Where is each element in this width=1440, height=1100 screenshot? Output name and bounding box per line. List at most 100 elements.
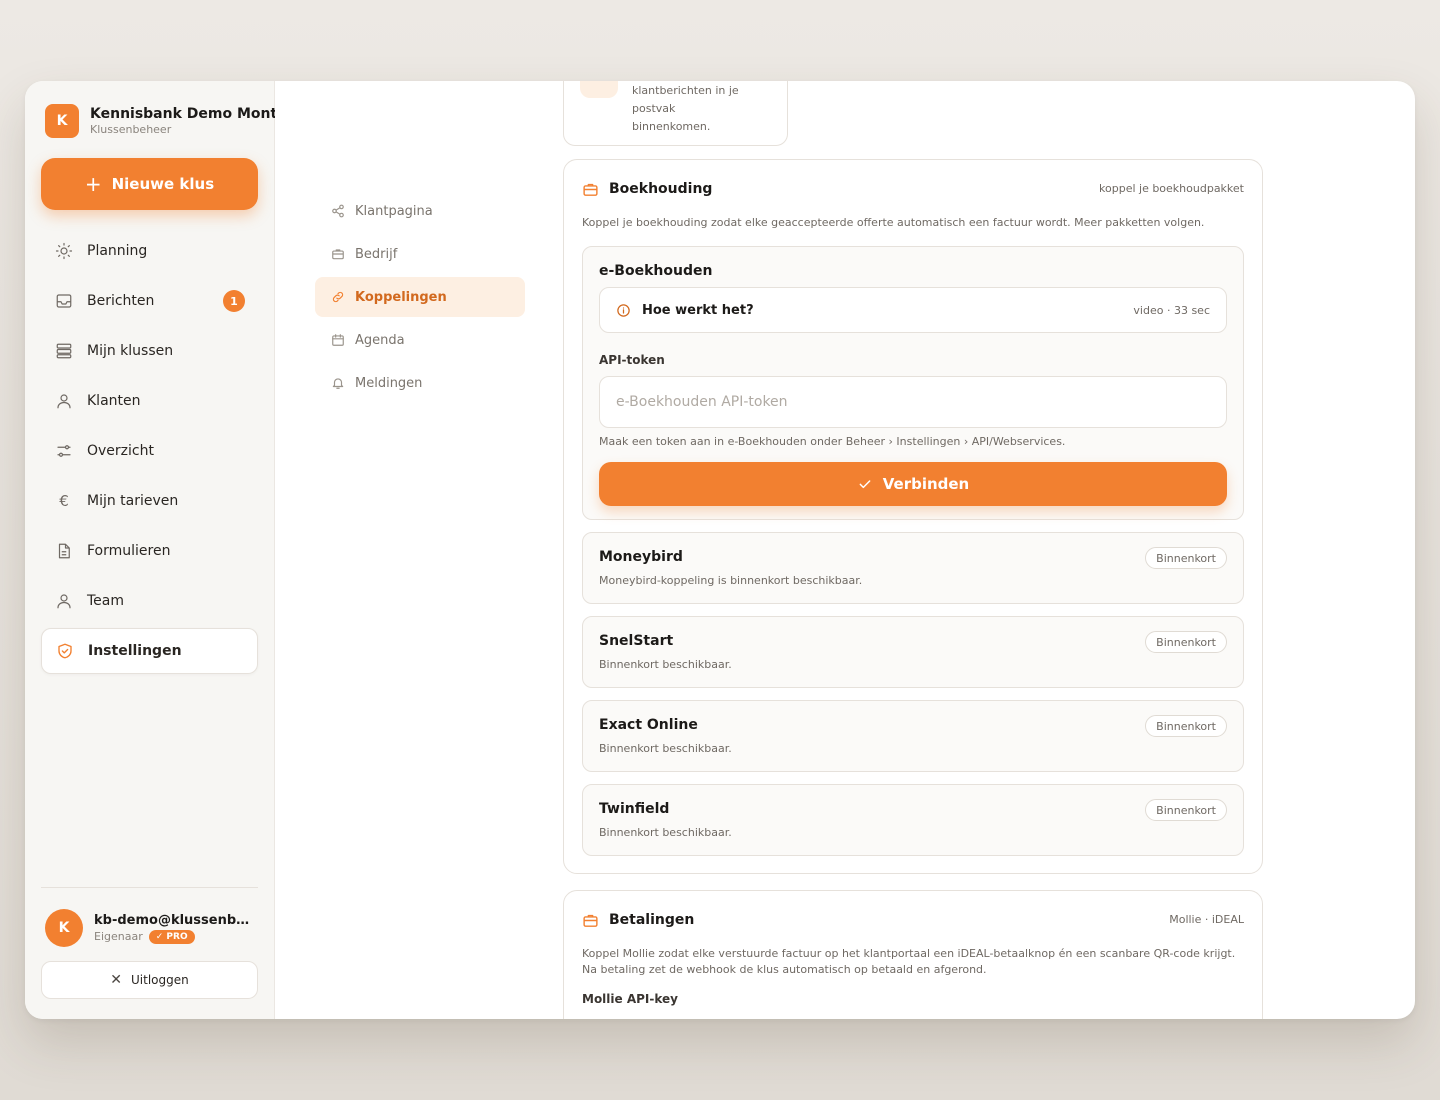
connect-label: Verbinden <box>882 475 970 493</box>
inbox-icon <box>54 291 74 311</box>
brand-name: Kennisbank Demo Montage <box>90 105 275 122</box>
plan-badge: ✓ PRO <box>148 929 195 944</box>
nav-label: Mijn klussen <box>87 343 174 359</box>
mollie-key-label: Mollie API-key <box>582 992 678 1006</box>
section-title: Betalingen <box>609 912 695 928</box>
avatar: K <box>45 909 83 947</box>
user-icon <box>54 391 74 411</box>
user-profile[interactable]: K kb-demo@klussenbeheer.nl Eigenaar ✓ PR… <box>45 909 260 947</box>
nav-item-formulieren[interactable]: Formulieren <box>41 528 258 574</box>
nav-label: Team <box>87 593 125 609</box>
sidebar-divider <box>41 887 258 888</box>
provider-title: e-Boekhouden <box>599 263 713 279</box>
provider-description: Binnenkort beschikbaar. <box>599 742 732 755</box>
status-badge: Binnenkort <box>1145 631 1227 653</box>
nav-item-team[interactable]: Team <box>41 578 258 624</box>
mail-icon <box>580 81 618 98</box>
stack-icon <box>54 341 74 361</box>
status-badge: Binnenkort <box>1145 799 1227 821</box>
nav-item-klanten[interactable]: Klanten <box>41 378 258 424</box>
provider-title: Exact Online <box>599 717 698 733</box>
nav-item-berichten[interactable]: Berichten 1 <box>41 278 258 324</box>
nav-item-planning[interactable]: Planning <box>41 228 258 274</box>
subnav-item-koppelingen[interactable]: Koppelingen <box>315 277 525 317</box>
app-window: K Kennisbank Demo Montage Klussenbeheer … <box>25 81 1415 1019</box>
briefcase-icon <box>582 180 600 198</box>
sidebar: K Kennisbank Demo Montage Klussenbeheer … <box>25 81 275 1019</box>
bell-icon <box>331 376 345 390</box>
calendar-icon <box>331 333 345 347</box>
status-badge: Binnenkort <box>1145 547 1227 569</box>
boekhouding-section: Boekhouding koppel je boekhoudpakket Kop… <box>563 159 1263 874</box>
nav-label: Mijn tarieven <box>87 493 179 509</box>
subnav-label: Agenda <box>355 332 405 348</box>
howto-meta: video · 33 sec <box>1133 303 1210 317</box>
provider-title: Moneybird <box>599 549 683 565</box>
section-description: Koppel je boekhouding zodat elke geaccep… <box>582 216 1205 229</box>
nav-label: Berichten <box>87 293 155 309</box>
user-email: kb-demo@klussenbeheer.nl <box>94 912 254 928</box>
brand-logo: K <box>45 104 79 138</box>
close-icon: ✕ <box>110 972 122 988</box>
logout-label: Uitloggen <box>131 973 189 987</box>
check-icon <box>857 476 873 492</box>
share-icon <box>331 204 345 218</box>
subnav-label: Meldingen <box>355 375 423 391</box>
api-token-label: API-token <box>599 353 665 367</box>
plus-icon: + <box>84 172 102 196</box>
betalingen-section: Betalingen Mollie · iDEAL Koppel Mollie … <box>563 890 1263 1019</box>
settings-subnav: Klantpagina Bedrijf Koppelingen Agenda M… <box>315 191 525 406</box>
euro-icon: € <box>59 492 69 510</box>
document-icon <box>54 541 74 561</box>
subnav-item-klantpagina[interactable]: Klantpagina <box>315 191 525 231</box>
provider-moneybird: Moneybird Moneybird-koppeling is binnenk… <box>582 532 1244 604</box>
info-icon <box>616 302 632 318</box>
new-job-label: Nieuwe klus <box>111 175 215 193</box>
provider-twinfield: Twinfield Binnenkort beschikbaar. Binnen… <box>582 784 1244 856</box>
nav-item-instellingen[interactable]: Instellingen <box>41 628 258 674</box>
connect-button[interactable]: Verbinden <box>599 462 1227 506</box>
new-job-button[interactable]: + Nieuwe klus <box>41 158 258 210</box>
sun-icon <box>54 241 74 261</box>
provider-exact-online: Exact Online Binnenkort beschikbaar. Bin… <box>582 700 1244 772</box>
nav-label: Klanten <box>87 393 141 409</box>
provider-title: Twinfield <box>599 801 670 817</box>
api-token-input[interactable] <box>599 376 1227 428</box>
briefcase-icon <box>331 247 345 261</box>
subnav-item-bedrijf[interactable]: Bedrijf <box>315 234 525 274</box>
status-badge: Binnenkort <box>1145 715 1227 737</box>
brand[interactable]: K Kennisbank Demo Montage Klussenbeheer <box>45 104 275 138</box>
main-nav: Planning Berichten 1 Mijn klussen Klante… <box>41 228 258 678</box>
section-title: Boekhouding <box>609 181 713 197</box>
nav-label: Instellingen <box>88 643 182 659</box>
provider-snelstart: SnelStart Binnenkort beschikbaar. Binnen… <box>582 616 1244 688</box>
provider-title: SnelStart <box>599 633 674 649</box>
main-content: klantberichten in je postvak binnenkomen… <box>563 81 1415 1019</box>
subnav-label: Koppelingen <box>355 289 447 305</box>
nav-label: Planning <box>87 243 148 259</box>
shield-icon <box>55 641 75 661</box>
howto-video-button[interactable]: Hoe werkt het? video · 33 sec <box>599 287 1227 333</box>
mail-integration-card: klantberichten in je postvak binnenkomen… <box>563 81 788 146</box>
brand-subtitle: Klussenbeheer <box>90 122 172 136</box>
card-description: klantberichten in je postvak binnenkomen… <box>632 84 739 133</box>
nav-item-mijn-klussen[interactable]: Mijn klussen <box>41 328 258 374</box>
nav-item-overzicht[interactable]: Overzicht <box>41 428 258 474</box>
user-icon <box>54 591 74 611</box>
section-subtitle: koppel je boekhoudpakket <box>1099 182 1244 195</box>
section-subtitle: Mollie · iDEAL <box>1169 913 1244 926</box>
provider-description: Binnenkort beschikbaar. <box>599 826 732 839</box>
nav-label: Formulieren <box>87 543 171 559</box>
section-description: Koppel Mollie zodat elke verstuurde fact… <box>582 947 1236 976</box>
subnav-label: Bedrijf <box>355 246 398 262</box>
nav-item-mijn-tarieven[interactable]: € Mijn tarieven <box>41 478 258 524</box>
subnav-item-meldingen[interactable]: Meldingen <box>315 363 525 403</box>
howto-label: Hoe werkt het? <box>642 302 754 318</box>
provider-description: Moneybird-koppeling is binnenkort beschi… <box>599 574 863 587</box>
subnav-item-agenda[interactable]: Agenda <box>315 320 525 360</box>
logout-button[interactable]: ✕ Uitloggen <box>41 961 258 999</box>
subnav-label: Klantpagina <box>355 203 433 219</box>
briefcase-icon <box>582 911 600 929</box>
link-icon <box>331 290 345 304</box>
unread-badge: 1 <box>223 290 245 312</box>
